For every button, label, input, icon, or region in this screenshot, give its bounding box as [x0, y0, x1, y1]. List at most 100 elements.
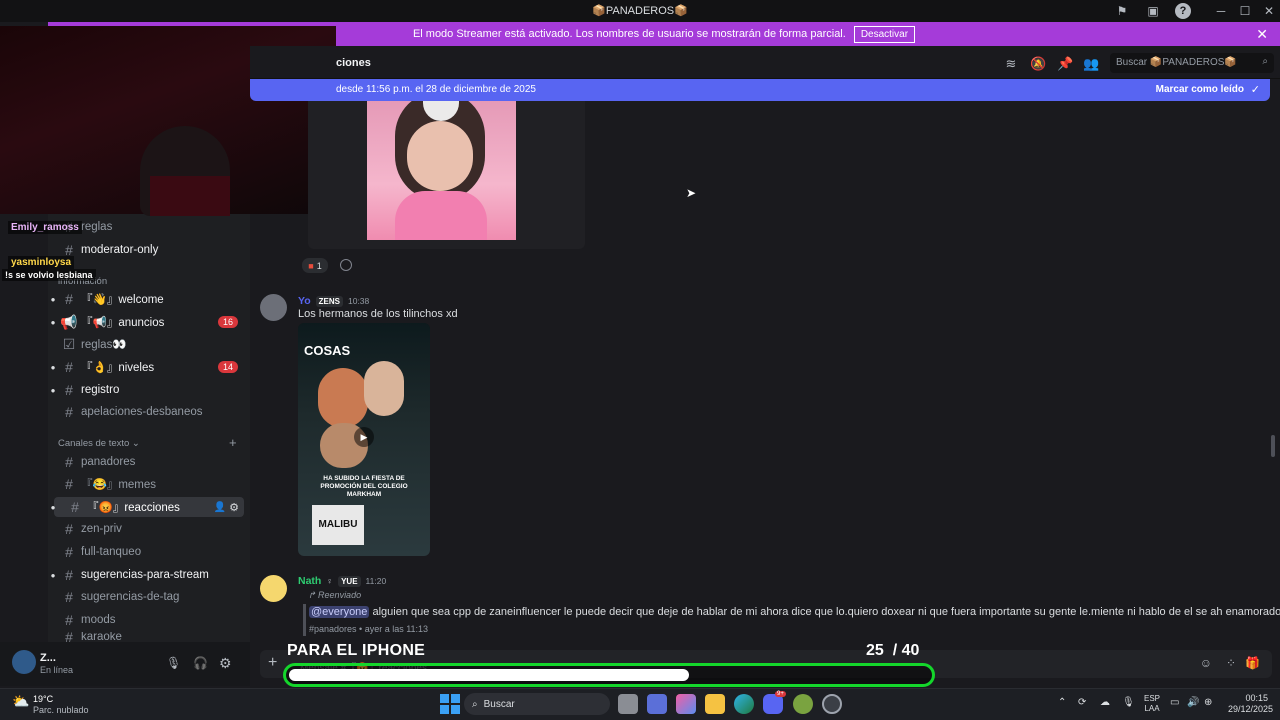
- pin-icon[interactable]: 📌: [1057, 56, 1073, 72]
- mic-tray-icon[interactable]: 🎙: [1122, 697, 1135, 708]
- emoji-icon[interactable]: ☺: [1200, 656, 1212, 670]
- sidebar-item-sugerencias-de-tag[interactable]: # sugerencias-de-tag: [48, 587, 250, 607]
- category-canales-de-texto[interactable]: Canales de texto ⌄: [58, 438, 140, 449]
- members-icon[interactable]: 👥: [1083, 56, 1099, 72]
- language-indicator[interactable]: ESP LAA: [1144, 694, 1160, 714]
- message-author[interactable]: Nath: [298, 575, 321, 587]
- deactivate-button[interactable]: Desactivar: [853, 25, 916, 43]
- weather-icon[interactable]: ⛅: [12, 693, 29, 710]
- video-caption: HA SUBIDO LA FIESTA DE PROMOCIÓN DEL COL…: [320, 475, 408, 498]
- edge-icon[interactable]: [734, 694, 754, 714]
- app-icon[interactable]: [793, 694, 813, 714]
- sidebar-item-panadores[interactable]: # panadores: [48, 452, 250, 472]
- reaction-emoji-icon: ■: [308, 260, 314, 271]
- sidebar-item-welcome[interactable]: ● # 『👋』welcome: [48, 289, 250, 309]
- server-tag[interactable]: ZENS: [315, 295, 343, 307]
- display-icon[interactable]: ▭: [1170, 697, 1179, 708]
- help-icon[interactable]: ?: [1175, 3, 1191, 19]
- close-icon[interactable]: ✕: [1256, 26, 1268, 43]
- forwarded-message: @everyone alguien que sea cpp de zaneinf…: [309, 606, 1280, 618]
- close-window-button[interactable]: ✕: [1256, 2, 1280, 20]
- store-icon[interactable]: [647, 694, 667, 714]
- avatar[interactable]: [12, 650, 36, 674]
- avatar[interactable]: [260, 294, 287, 321]
- stream-chat-line-1: Emily_ramoss: [8, 219, 82, 234]
- threads-icon[interactable]: ≋: [1003, 56, 1019, 72]
- file-explorer-icon[interactable]: [705, 694, 725, 714]
- video-embed[interactable]: COSAS HA SUBIDO LA FIESTA DE PROMOCIÓN D…: [298, 323, 430, 556]
- stream-chat-user: yasminloysa: [8, 256, 75, 269]
- avatar[interactable]: [260, 575, 287, 602]
- mark-as-read-button[interactable]: Marcar como leído: [1156, 84, 1244, 95]
- server-tag[interactable]: YUE: [338, 575, 361, 587]
- megaphone-icon: 📢: [60, 313, 78, 330]
- start-button[interactable]: [440, 694, 460, 714]
- mention[interactable]: @everyone: [309, 606, 370, 618]
- message-author[interactable]: Yo: [298, 295, 311, 307]
- volume-icon[interactable]: 🔊: [1187, 697, 1199, 708]
- mute-icon[interactable]: 🔕: [1030, 56, 1046, 72]
- sidebar-item-apelaciones[interactable]: # apelaciones-desbaneos: [48, 402, 250, 422]
- mention-badge: 14: [217, 361, 238, 373]
- thumbnail-face: [407, 121, 473, 191]
- microphone-icon[interactable]: 🎙: [166, 656, 181, 670]
- play-icon[interactable]: ▶: [354, 427, 374, 447]
- channel-title: ciones: [336, 57, 371, 69]
- user-name: Z...: [40, 652, 56, 664]
- onedrive-icon[interactable]: ☁: [1100, 697, 1110, 708]
- copilot-icon[interactable]: [676, 694, 696, 714]
- rules-icon: ☑: [62, 335, 76, 352]
- headphones-icon[interactable]: 🎧: [193, 656, 208, 670]
- gift-icon[interactable]: 🎁: [1245, 656, 1260, 670]
- weather-temp[interactable]: 19°C: [33, 694, 53, 704]
- gear-icon[interactable]: ⚙: [229, 501, 239, 514]
- maximize-button[interactable]: ☐: [1232, 2, 1258, 20]
- taskbar-search[interactable]: ⌕ Buscar: [464, 693, 610, 715]
- sidebar-item-niveles[interactable]: ● # 『👌』niveles 14: [48, 357, 250, 377]
- attach-plus-icon[interactable]: +: [268, 654, 277, 672]
- search-icon: ⌕: [472, 698, 478, 710]
- sidebar-item-reglas[interactable]: ☑ reglas👀: [48, 334, 250, 354]
- scrollbar-thumb[interactable]: [1271, 435, 1275, 457]
- settings-gear-icon[interactable]: ⚙: [219, 655, 232, 672]
- sidebar-item-moods[interactable]: # moods: [48, 610, 250, 630]
- sidebar-item-zen-priv[interactable]: # zen-priv: [48, 519, 250, 539]
- discord-badge: 9+: [775, 691, 786, 697]
- sidebar-item-anuncios[interactable]: ● 📢 『📢』anuncios 16: [48, 312, 250, 332]
- add-channel-icon[interactable]: +: [229, 435, 237, 450]
- app-icon[interactable]: [822, 694, 842, 714]
- reaction-chip[interactable]: ■ 1: [302, 258, 328, 273]
- forward-origin[interactable]: #panadores • ayer a las 11:13: [309, 624, 428, 634]
- network-icon[interactable]: ⊕: [1204, 697, 1212, 708]
- stream-chat-message: !s se volvio lesbiana: [2, 269, 96, 281]
- shirt-text: MALIBU: [312, 505, 364, 545]
- mouse-cursor-icon: ➤: [686, 186, 697, 200]
- clock[interactable]: 00:15 29/12/2025: [1228, 693, 1273, 715]
- sidebar-item-sugerencias-para-stream[interactable]: ● # sugerencias-para-stream: [48, 565, 250, 585]
- chevron-up-icon[interactable]: ⌃: [1058, 697, 1066, 708]
- discord-taskbar-icon[interactable]: [763, 694, 783, 714]
- forward-bar: [303, 604, 306, 636]
- forwarded-label: ↱ Reenviado: [308, 590, 362, 600]
- banner-text: El modo Streamer está activado. Los nomb…: [412, 28, 846, 40]
- weather-desc[interactable]: Parc. nublado: [33, 705, 89, 715]
- sidebar-item-registro[interactable]: ● # registro: [48, 380, 250, 400]
- sidebar-item-reacciones[interactable]: ● # 『😡』reacciones 👤 ⚙: [51, 497, 244, 517]
- task-view-icon[interactable]: [618, 694, 638, 714]
- thumbnail-shirt: [395, 191, 487, 240]
- sidebar-item-moderator-only[interactable]: # moderator-only: [48, 240, 250, 260]
- invite-icon[interactable]: 👤: [214, 502, 226, 513]
- apps-icon[interactable]: ⁘: [1226, 656, 1236, 670]
- minimize-button[interactable]: ─: [1208, 2, 1234, 20]
- inbox-icon[interactable]: ▣: [1145, 3, 1161, 19]
- add-reaction-icon[interactable]: [340, 259, 352, 271]
- sidebar-item-memes[interactable]: # 『😂』memes: [48, 474, 250, 494]
- goal-count: 25 / 40: [866, 642, 920, 659]
- sync-icon[interactable]: ⟳: [1078, 697, 1086, 708]
- sidebar-item-karaoke[interactable]: # karaoke: [48, 632, 250, 642]
- flag-icon[interactable]: ⚑: [1114, 3, 1130, 19]
- sidebar-item-full-tanqueo[interactable]: # full-tanqueo: [48, 542, 250, 562]
- new-messages-bar[interactable]: desde 11:56 p.m. el 28 de diciembre de 2…: [250, 79, 1270, 101]
- video-thumbnail-previous[interactable]: [367, 101, 516, 240]
- search-input[interactable]: Buscar 📦PANADEROS📦 ⌕: [1110, 53, 1274, 73]
